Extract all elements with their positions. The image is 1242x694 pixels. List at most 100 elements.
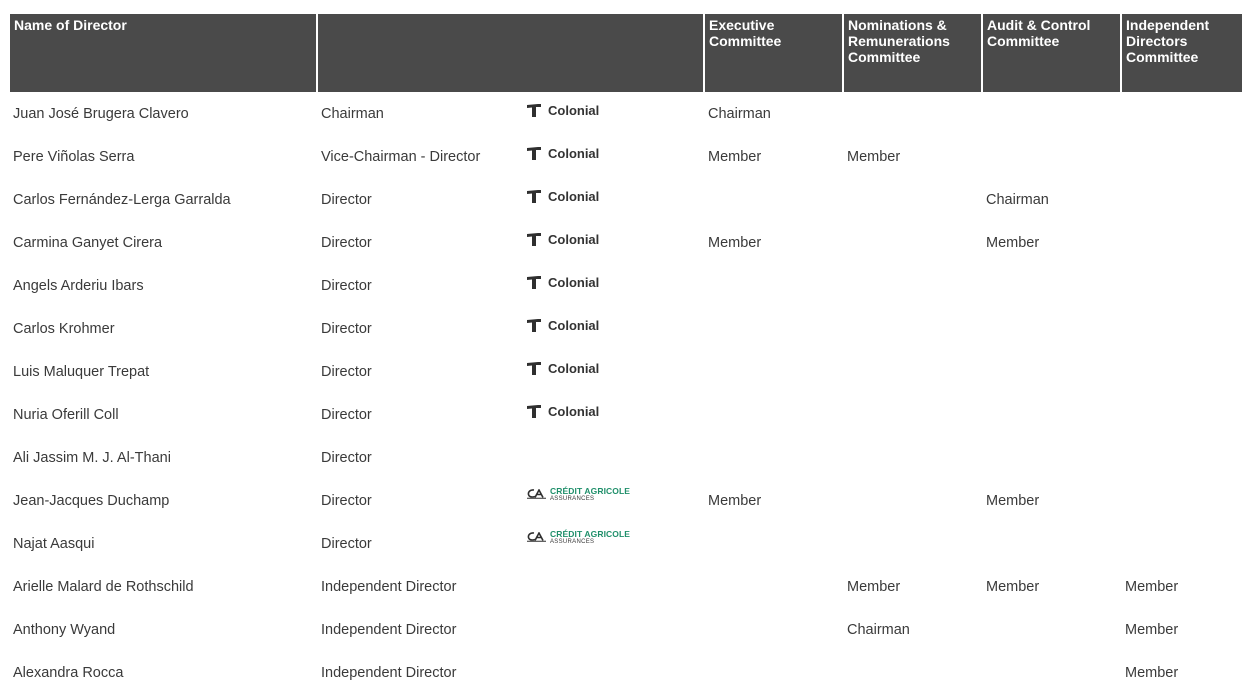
company-logo-cell: Colonial [527, 264, 697, 307]
director-role: Independent Director [321, 621, 457, 638]
audit-committee-cell [986, 135, 1116, 178]
audit-committee-cell: Member [986, 578, 1040, 595]
colonial-logo-text: Colonial [548, 188, 600, 204]
table-row: Nuria Oferill Coll Director Colonial [0, 393, 1242, 436]
credit-agricole-logo-icon [527, 530, 547, 546]
table-row: Najat Aasqui Director CRÉDIT AGRICOLE ASSUR… [0, 522, 1242, 565]
director-role: Director [321, 320, 372, 337]
credit-agricole-name: CRÉDIT AGRICOLE [550, 485, 631, 496]
director-name: Carlos Fernández-Lerga Garralda [13, 191, 231, 208]
colonial-mark-icon [527, 104, 541, 117]
audit-committee-cell [986, 608, 1116, 651]
company-logo-cell [527, 608, 697, 651]
director-name: Alexandra Rocca [13, 664, 124, 681]
independent-committee-cell [1125, 522, 1240, 565]
table-row: Carlos Krohmer Director Colonial [0, 307, 1242, 350]
director-role: Director [321, 234, 372, 251]
executive-committee-cell [708, 350, 838, 393]
executive-committee-cell [708, 307, 838, 350]
colonial-mark-icon [527, 147, 541, 160]
executive-committee-cell [708, 651, 838, 694]
nominations-committee-cell [847, 350, 977, 393]
header-role [318, 14, 703, 92]
credit-agricole-name: CRÉDIT AGRICOLE [550, 528, 631, 539]
nominations-committee-cell [847, 651, 977, 694]
company-logo-cell: Colonial [527, 350, 697, 393]
colonial-logo-text: Colonial [548, 231, 600, 247]
nominations-committee-cell [847, 479, 977, 522]
director-name: Carlos Krohmer [13, 320, 115, 337]
independent-committee-cell [1125, 307, 1240, 350]
executive-committee-cell: Chairman [708, 105, 771, 122]
executive-committee-cell [708, 565, 838, 608]
nominations-committee-cell: Member [847, 578, 901, 595]
credit-agricole-subtitle: ASSURANCES [550, 538, 595, 545]
executive-committee-cell [708, 178, 838, 221]
colonial-mark-icon [527, 276, 541, 289]
company-logo-cell: Colonial [527, 92, 697, 135]
executive-committee-cell: Member [708, 148, 762, 165]
independent-committee-cell [1125, 479, 1240, 522]
director-name: Najat Aasqui [13, 535, 95, 552]
nominations-committee-cell [847, 522, 977, 565]
independent-committee-cell [1125, 264, 1240, 307]
table-row: Anthony Wyand Independent Director Chairma… [0, 608, 1242, 651]
director-role: Vice-Chairman - Director [321, 148, 481, 165]
audit-committee-cell [986, 651, 1116, 694]
nominations-committee-cell [847, 221, 977, 264]
table-row: Luis Maluquer Trepat Director Colonial [0, 350, 1242, 393]
executive-committee-cell [708, 522, 838, 565]
table-row: Carmina Ganyet Cirera Director Member Membe… [0, 221, 1242, 264]
nominations-committee-cell [847, 178, 977, 221]
colonial-mark-icon [527, 319, 541, 332]
director-name: Juan José Brugera Clavero [13, 105, 189, 122]
nominations-committee-cell [847, 436, 977, 479]
colonial-logo: Colonial [527, 103, 599, 119]
executive-committee-cell [708, 608, 838, 651]
independent-committee-cell [1125, 221, 1240, 264]
audit-committee-cell [986, 393, 1116, 436]
table-row: Alexandra Rocca Independent Director Membe… [0, 651, 1242, 694]
header-nominations-committee: Nominations & Remunerations Committee [844, 14, 981, 92]
colonial-logo-text: Colonial [548, 102, 600, 118]
company-logo-cell: Colonial [527, 307, 697, 350]
table-row: Juan José Brugera Clavero Chairman Chairma… [0, 92, 1242, 135]
company-logo-cell: Colonial [527, 135, 697, 178]
director-name: Anthony Wyand [13, 621, 116, 638]
nominations-committee-cell [847, 393, 977, 436]
director-role: Director [321, 535, 372, 552]
director-name: Angels Arderiu Ibars [13, 277, 144, 294]
executive-committee-cell: Member [708, 234, 762, 251]
credit-agricole-logo: CRÉDIT AGRICOLE ASSURANCES [527, 528, 631, 546]
table-header: Name of Director Executive Committee Nom… [10, 14, 1242, 92]
executive-committee-cell: Member [708, 492, 762, 509]
credit-agricole-logo-text: CRÉDIT AGRICOLE ASSURANCES [550, 485, 631, 503]
colonial-logo-text: Colonial [548, 360, 600, 376]
nominations-committee-cell [847, 264, 977, 307]
director-name: Arielle Malard de Rothschild [13, 578, 194, 595]
director-role: Chairman [321, 105, 384, 122]
colonial-logo: Colonial [527, 318, 599, 334]
company-logo-cell [527, 436, 697, 479]
company-logo-cell [527, 565, 697, 608]
company-logo-cell: CRÉDIT AGRICOLE ASSURANCES [527, 479, 697, 522]
table-row: Arielle Malard de Rothschild Independent … [0, 565, 1242, 608]
table-row: Jean-Jacques Duchamp Director Member Member… [0, 479, 1242, 522]
independent-committee-cell [1125, 350, 1240, 393]
director-role: Director [321, 449, 372, 466]
colonial-logo-text: Colonial [548, 317, 600, 333]
table-body: Juan José Brugera Clavero Chairman Chairma… [0, 92, 1242, 694]
company-logo-cell [527, 651, 697, 694]
colonial-logo: Colonial [527, 146, 599, 162]
credit-agricole-logo-text: CRÉDIT AGRICOLE ASSURANCES [550, 528, 631, 546]
director-name: Luis Maluquer Trepat [13, 363, 150, 380]
header-executive-committee: Executive Committee [705, 14, 842, 92]
colonial-logo-text: Colonial [548, 274, 600, 290]
independent-committee-cell [1125, 135, 1240, 178]
audit-committee-cell [986, 350, 1116, 393]
independent-committee-cell [1125, 178, 1240, 221]
director-role: Director [321, 363, 372, 380]
header-independent-directors-committee: Independent Directors Committee [1122, 14, 1242, 92]
colonial-mark-icon [527, 362, 541, 375]
independent-committee-cell: Member [1125, 621, 1179, 638]
